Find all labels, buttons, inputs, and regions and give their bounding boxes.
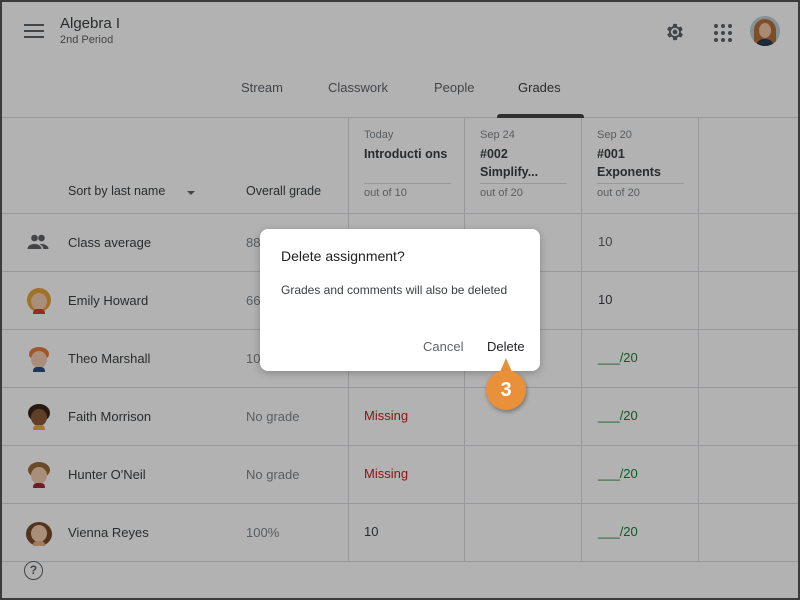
delete-assignment-dialog: Delete assignment? Grades and comments w… <box>260 229 540 371</box>
dialog-message: Grades and comments will also be deleted <box>281 283 508 297</box>
dialog-title: Delete assignment? <box>281 248 405 264</box>
step-callout-badge: 3 <box>486 370 526 410</box>
delete-button[interactable]: Delete <box>487 339 525 354</box>
cancel-button[interactable]: Cancel <box>423 339 463 354</box>
